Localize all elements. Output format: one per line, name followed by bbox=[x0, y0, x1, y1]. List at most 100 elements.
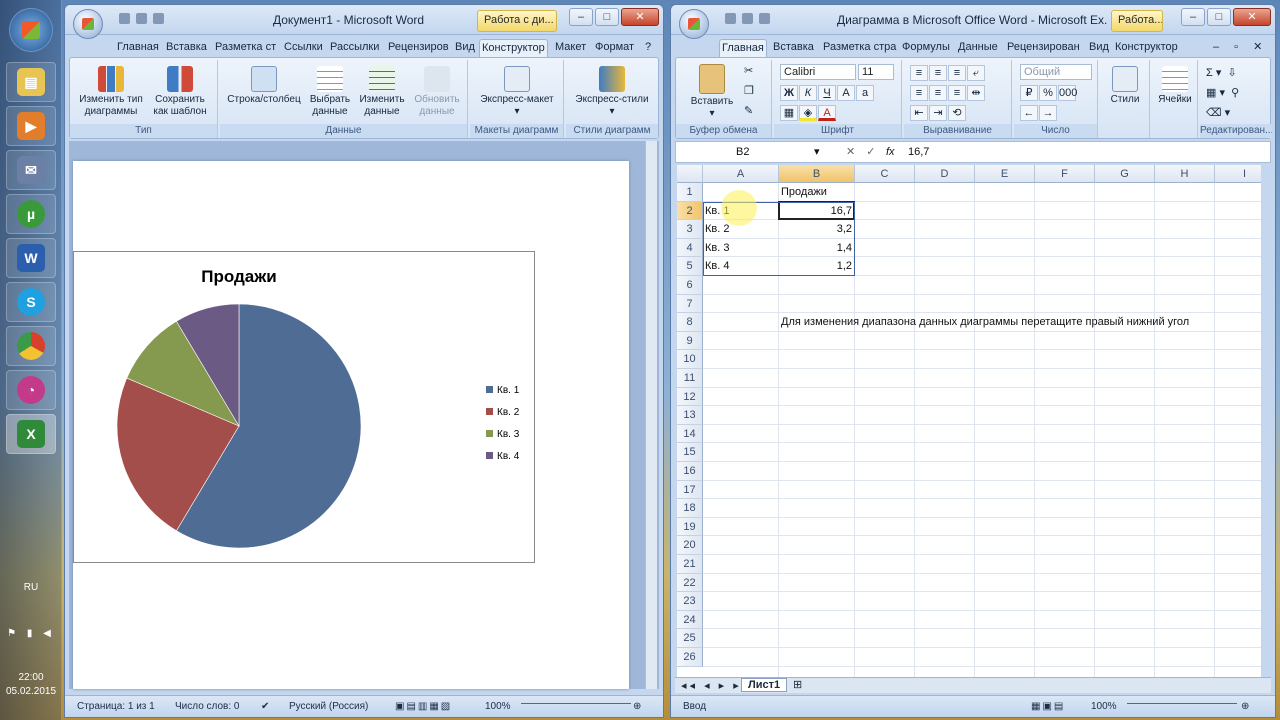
borders-icon[interactable]: ▦ bbox=[780, 105, 798, 121]
word-context-tab[interactable]: Работа с ди... bbox=[477, 10, 557, 32]
row-header-12[interactable]: 12 bbox=[677, 387, 703, 407]
chart-legend[interactable]: Кв. 1 Кв. 2 Кв. 3 Кв. 4 bbox=[486, 385, 520, 462]
row-header-26[interactable]: 26 bbox=[677, 648, 703, 667]
excel-tab-layout[interactable]: Разметка стра bbox=[821, 39, 897, 57]
excel-tab-review[interactable]: Рецензирован bbox=[1005, 39, 1083, 57]
sheet-nav-buttons[interactable]: ◂◂ ◂ ▸ ▸▸ bbox=[681, 679, 750, 692]
paste-button[interactable]: Вставить ▾ bbox=[684, 64, 740, 120]
legend-swatch-3[interactable] bbox=[486, 430, 493, 437]
document-area[interactable]: Продажи Кв. 1 Кв. 2 Кв. 3 Кв. 4 bbox=[69, 141, 659, 689]
refresh-data-button[interactable]: Обновить данные bbox=[410, 66, 464, 118]
clock-time[interactable]: 22:00 bbox=[0, 672, 62, 683]
excel-office-button[interactable] bbox=[679, 9, 709, 39]
taskbar-explorer[interactable]: ▤ bbox=[6, 62, 56, 102]
word-tab-design[interactable]: Конструктор bbox=[479, 39, 548, 57]
quick-layout-button[interactable]: Экспресс-макет ▾ bbox=[474, 66, 560, 118]
row-header-1[interactable]: 1 bbox=[677, 183, 703, 202]
row-header-24[interactable]: 24 bbox=[677, 610, 703, 630]
maximize-button[interactable]: □ bbox=[595, 8, 619, 26]
excel-quick-access[interactable] bbox=[725, 13, 770, 24]
font-name-select[interactable]: Calibri bbox=[780, 64, 856, 80]
word-tab-view[interactable]: Вид bbox=[453, 39, 477, 57]
row-header-5[interactable]: 5 bbox=[677, 257, 703, 276]
edit-data-button[interactable]: Изменить данные bbox=[356, 66, 408, 118]
taskbar-skype[interactable]: S bbox=[6, 282, 56, 322]
row-header-21[interactable]: 21 bbox=[677, 555, 703, 574]
column-header-E[interactable]: E bbox=[975, 165, 1035, 183]
excel-zoom-level[interactable]: 100% bbox=[1091, 701, 1117, 712]
row-header-8[interactable]: 8 bbox=[677, 313, 703, 332]
excel-tab-view[interactable]: Вид bbox=[1087, 39, 1111, 57]
font-grow-icon[interactable]: A bbox=[837, 85, 855, 101]
cell-B8[interactable]: Для изменения диапазона данных диаграммы… bbox=[781, 313, 1189, 331]
cell-B1[interactable]: Продажи bbox=[781, 183, 827, 201]
minimize-button[interactable]: – bbox=[569, 8, 593, 26]
indent-buttons[interactable]: ⇤ ⇥ ⟲ bbox=[910, 104, 967, 122]
excel-redo-icon[interactable] bbox=[759, 13, 770, 24]
sheet-tab-1[interactable]: Лист1 bbox=[741, 678, 788, 692]
legend-label-1[interactable]: Кв. 1 bbox=[497, 385, 520, 396]
row-header-3[interactable]: 3 bbox=[677, 220, 703, 239]
decimal-buttons[interactable]: ← → bbox=[1020, 104, 1058, 122]
font-size-select[interactable]: 11 bbox=[858, 64, 894, 80]
italic-button[interactable]: К bbox=[799, 85, 817, 101]
spellcheck-icon[interactable]: ✔ bbox=[261, 701, 269, 712]
word-tab-references[interactable]: Ссылки bbox=[282, 39, 325, 57]
excel-tab-design[interactable]: Конструктор bbox=[1113, 39, 1180, 57]
format-painter-icon[interactable]: ✎ bbox=[744, 102, 753, 120]
taskbar-torrent[interactable]: µ bbox=[6, 194, 56, 234]
column-header-D[interactable]: D bbox=[915, 165, 975, 183]
formula-cancel-accept[interactable]: ✕ ✓ bbox=[846, 143, 880, 161]
formula-input[interactable]: 16,7 bbox=[908, 143, 929, 161]
column-header-H[interactable]: H bbox=[1155, 165, 1215, 183]
view-buttons[interactable]: ▣▤▥▦▧ bbox=[395, 701, 452, 712]
row-header-11[interactable]: 11 bbox=[677, 369, 703, 388]
excel-close-button[interactable]: ✕ bbox=[1233, 8, 1271, 26]
word-tab-home[interactable]: Главная bbox=[115, 39, 161, 57]
taskbar-excel[interactable]: X bbox=[6, 414, 56, 454]
column-header-C[interactable]: C bbox=[855, 165, 915, 183]
align-horizontal-buttons[interactable]: ≡ ≡ ≡ ⇹ bbox=[910, 84, 986, 102]
row-header-20[interactable]: 20 bbox=[677, 536, 703, 555]
word-quick-access[interactable] bbox=[119, 13, 164, 24]
row-header-6[interactable]: 6 bbox=[677, 276, 703, 295]
column-header-G[interactable]: G bbox=[1095, 165, 1155, 183]
redo-icon[interactable] bbox=[153, 13, 164, 24]
excel-save-icon[interactable] bbox=[725, 13, 736, 24]
excel-context-tab[interactable]: Работа... bbox=[1111, 10, 1163, 32]
zoom-level[interactable]: 100% bbox=[485, 701, 511, 712]
word-tab-mailings[interactable]: Рассылки bbox=[328, 39, 381, 57]
select-all-corner[interactable] bbox=[677, 165, 703, 183]
column-header-B[interactable]: B bbox=[779, 165, 855, 183]
row-header-25[interactable]: 25 bbox=[677, 629, 703, 648]
zoom-slider[interactable] bbox=[521, 703, 631, 711]
excel-tab-data[interactable]: Данные bbox=[956, 39, 1000, 57]
excel-tab-formulas[interactable]: Формулы bbox=[900, 39, 952, 57]
row-header-19[interactable]: 19 bbox=[677, 517, 703, 537]
cells-button[interactable]: Ячейки bbox=[1154, 66, 1196, 106]
align-top-buttons[interactable]: ≡ ≡ ≡ ⤶ bbox=[910, 64, 986, 82]
row-header-2[interactable]: 2 bbox=[677, 201, 703, 221]
legend-label-4[interactable]: Кв. 4 bbox=[497, 451, 520, 462]
select-data-button[interactable]: Выбрать данные bbox=[306, 66, 354, 118]
clock-date[interactable]: 05.02.2015 bbox=[0, 686, 62, 697]
row-header-16[interactable]: 16 bbox=[677, 462, 703, 481]
pie-chart[interactable]: Продажи Кв. 1 Кв. 2 Кв. 3 Кв. 4 bbox=[74, 252, 534, 562]
clear-icon[interactable]: ⌫ ▾ bbox=[1206, 104, 1230, 122]
help-icon[interactable]: ? bbox=[643, 39, 653, 57]
legend-label-2[interactable]: Кв. 2 bbox=[497, 407, 520, 418]
zoom-in-icon[interactable]: ⊕ bbox=[633, 701, 641, 712]
status-page[interactable]: Страница: 1 из 1 bbox=[77, 701, 155, 712]
excel-view-buttons[interactable]: ▦▣▤ bbox=[1031, 701, 1065, 712]
bold-button[interactable]: Ж bbox=[780, 85, 798, 101]
close-button[interactable]: ✕ bbox=[621, 8, 659, 26]
excel-tab-home[interactable]: Главная bbox=[719, 39, 767, 57]
row-header-22[interactable]: 22 bbox=[677, 573, 703, 593]
quick-styles-button[interactable]: Экспресс-стили ▾ bbox=[570, 66, 654, 118]
row-header-13[interactable]: 13 bbox=[677, 406, 703, 425]
switch-row-column-button[interactable]: Строка/столбец bbox=[224, 66, 304, 106]
legend-swatch-1[interactable] bbox=[486, 386, 493, 393]
row-header-23[interactable]: 23 bbox=[677, 592, 703, 611]
fill-icon[interactable]: ▦ ▾ ⚲ bbox=[1206, 84, 1239, 102]
word-tab-review[interactable]: Рецензиров bbox=[386, 39, 450, 57]
